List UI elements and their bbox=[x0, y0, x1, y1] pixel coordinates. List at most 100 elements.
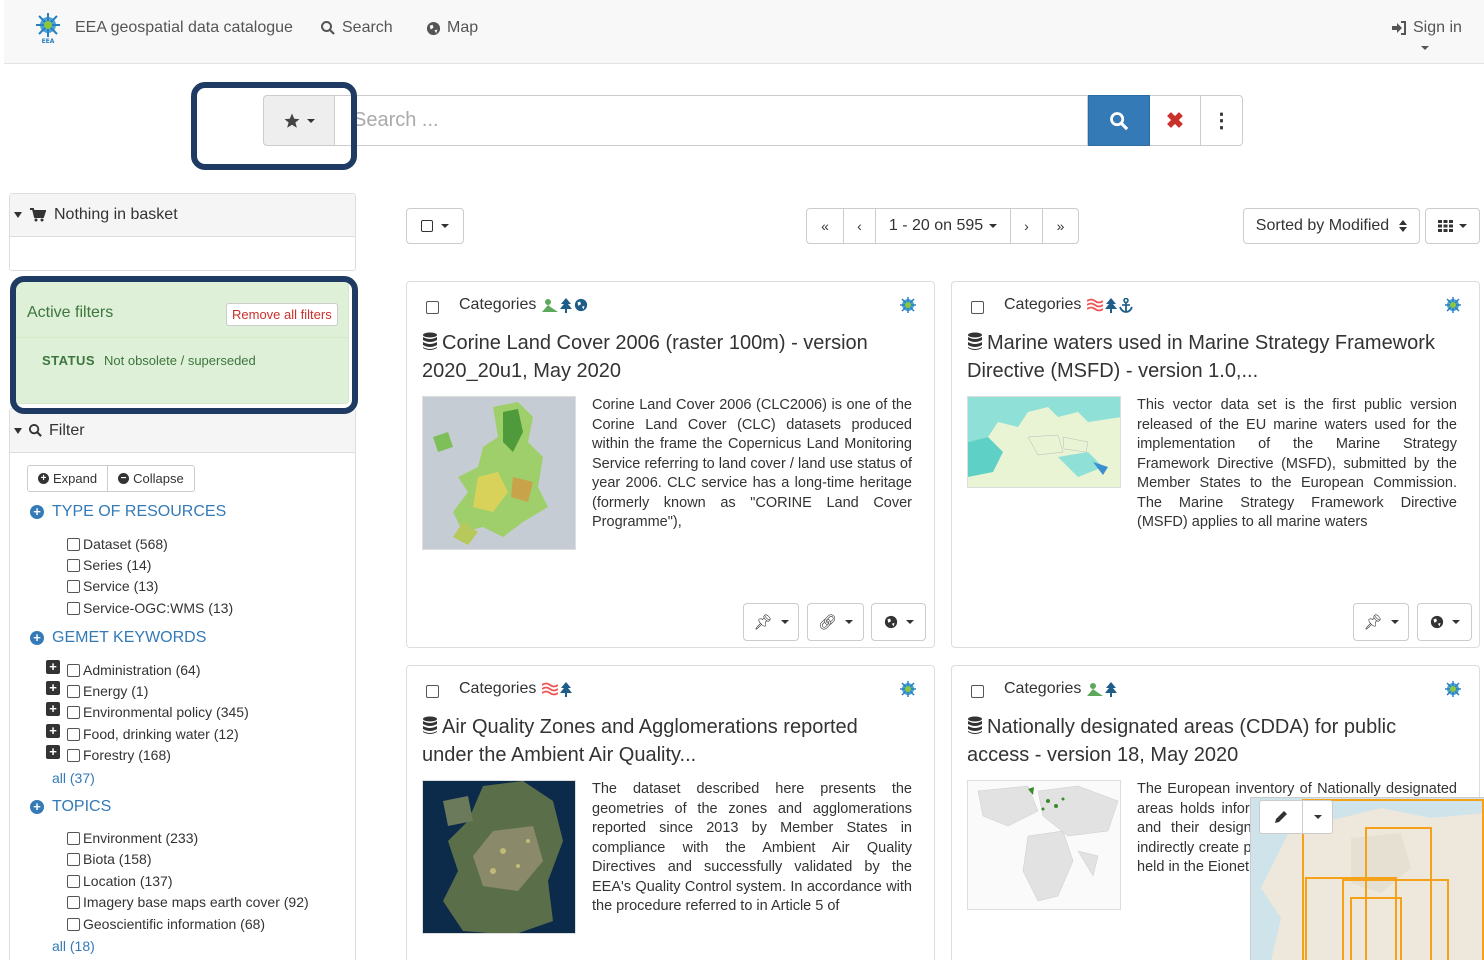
checkbox-icon[interactable] bbox=[67, 684, 80, 698]
facet-item[interactable]: Environmental policy (345) bbox=[67, 704, 249, 720]
record-checkbox[interactable] bbox=[971, 685, 984, 698]
facet-item[interactable]: Forestry (168) bbox=[67, 747, 171, 763]
checkbox-icon[interactable] bbox=[67, 601, 80, 615]
sign-in-link[interactable]: Sign in bbox=[1391, 19, 1462, 37]
prev-page-button[interactable]: ‹ bbox=[843, 208, 876, 244]
water-icon[interactable] bbox=[1087, 298, 1104, 312]
facet-item[interactable]: Service-OGC:WMS (13) bbox=[67, 600, 233, 616]
facet-item[interactable]: Series (14) bbox=[67, 557, 151, 573]
checkbox-icon[interactable] bbox=[67, 895, 80, 909]
search-button[interactable] bbox=[1088, 95, 1150, 146]
facet-topics[interactable]: + TOPICS bbox=[30, 798, 111, 816]
eea-logo-icon[interactable]: EEA bbox=[34, 12, 64, 44]
facet-item[interactable]: Imagery base maps earth cover (92) bbox=[67, 894, 309, 910]
pin-dropdown-button[interactable]: 📌︎ bbox=[743, 603, 799, 641]
search-input[interactable] bbox=[335, 95, 1088, 146]
links-dropdown-button[interactable]: 🔗︎ bbox=[807, 603, 864, 641]
checkbox-icon[interactable] bbox=[67, 705, 80, 719]
edit-extent-button[interactable] bbox=[1259, 800, 1303, 834]
pin-dropdown-button[interactable]: 📌︎ bbox=[1353, 603, 1409, 641]
checkbox-icon[interactable] bbox=[67, 558, 80, 572]
record-title-link[interactable]: Marine waters used in Marine Strategy Fr… bbox=[967, 329, 1457, 385]
plus-square-icon[interactable]: + bbox=[46, 702, 60, 716]
record-thumbnail[interactable] bbox=[422, 396, 576, 550]
checkbox-icon[interactable] bbox=[67, 537, 80, 551]
checkbox-icon[interactable] bbox=[67, 831, 80, 845]
record-abstract: This vector data set is the first public… bbox=[1137, 397, 1457, 530]
record-thumbnail[interactable] bbox=[422, 780, 576, 934]
land-cover-icon[interactable] bbox=[1087, 682, 1104, 696]
plus-square-icon[interactable]: + bbox=[46, 681, 60, 695]
active-filters-title: Active filters bbox=[27, 304, 114, 321]
facet-item[interactable]: Dataset (568) bbox=[67, 536, 168, 552]
checkbox-icon[interactable] bbox=[67, 852, 80, 866]
facet-show-all-link[interactable]: all (18) bbox=[52, 938, 95, 954]
remove-all-filters-button[interactable]: Remove all filters bbox=[226, 303, 338, 326]
facet-item-label: Biota (158) bbox=[83, 851, 152, 867]
checkbox-icon[interactable] bbox=[67, 874, 80, 888]
anchor-icon[interactable] bbox=[1119, 297, 1134, 313]
categories-label: Categories bbox=[1004, 296, 1082, 313]
collapse-button[interactable]: − Collapse bbox=[108, 465, 195, 492]
map-dropdown-button[interactable] bbox=[1417, 603, 1472, 641]
facet-show-all-link[interactable]: all (37) bbox=[52, 770, 95, 786]
basket-toggle[interactable]: Nothing in basket bbox=[10, 194, 355, 237]
edit-options-dropdown[interactable] bbox=[1303, 800, 1333, 834]
plus-square-icon[interactable]: + bbox=[46, 745, 60, 759]
first-page-button[interactable]: « bbox=[806, 208, 844, 244]
facet-item[interactable]: Environment (233) bbox=[67, 830, 198, 846]
record-checkbox[interactable] bbox=[971, 301, 984, 314]
facet-item[interactable]: Food, drinking water (12) bbox=[67, 726, 239, 742]
record-title-link[interactable]: Nationally designated areas (CDDA) for p… bbox=[967, 713, 1457, 769]
sort-dropdown[interactable]: Sorted by Modified bbox=[1243, 208, 1420, 244]
record-thumbnail[interactable] bbox=[967, 396, 1121, 488]
facet-item[interactable]: Location (137) bbox=[67, 873, 173, 889]
plus-square-icon[interactable]: + bbox=[46, 660, 60, 674]
checkbox-icon[interactable] bbox=[67, 663, 80, 677]
land-cover-icon[interactable] bbox=[542, 298, 559, 312]
expand-button[interactable]: + Expand bbox=[27, 465, 109, 492]
facet-item[interactable]: Administration (64) bbox=[67, 662, 201, 678]
globe-icon[interactable] bbox=[574, 298, 588, 312]
facet-item[interactable]: Biota (158) bbox=[67, 851, 151, 867]
search-options-button[interactable]: ⋮ bbox=[1201, 95, 1243, 146]
next-page-button[interactable]: › bbox=[1010, 208, 1043, 244]
record-thumbnail[interactable] bbox=[967, 780, 1121, 910]
nav-map-link[interactable]: Map bbox=[426, 19, 478, 37]
shopping-cart-icon bbox=[30, 208, 46, 222]
thumbtack-icon: 📌︎ bbox=[1363, 614, 1383, 631]
checkbox-icon[interactable] bbox=[67, 917, 80, 931]
view-mode-dropdown[interactable] bbox=[1425, 208, 1480, 244]
page-range-dropdown[interactable]: 1 - 20 on 595 bbox=[875, 208, 1011, 244]
nav-search-link[interactable]: Search bbox=[320, 19, 393, 37]
facet-type-of-resources[interactable]: + TYPE OF RESOURCES bbox=[30, 503, 226, 521]
record-title-link[interactable]: Air Quality Zones and Agglomerations rep… bbox=[422, 713, 912, 769]
last-page-button[interactable]: » bbox=[1042, 208, 1079, 244]
brand-title[interactable]: EEA geospatial data catalogue bbox=[75, 19, 293, 37]
facet-item-label: Location (137) bbox=[83, 873, 173, 889]
facet-item[interactable]: Geoscientific information (68) bbox=[67, 916, 265, 932]
tree-icon[interactable] bbox=[560, 681, 573, 697]
air-icon[interactable] bbox=[542, 682, 559, 696]
record-checkbox[interactable] bbox=[426, 301, 439, 314]
plus-square-icon[interactable]: + bbox=[46, 724, 60, 738]
tree-icon[interactable] bbox=[560, 297, 573, 313]
clear-search-button[interactable]: ✖ bbox=[1150, 95, 1201, 146]
checkbox-icon[interactable] bbox=[67, 579, 80, 593]
checkbox-icon[interactable] bbox=[67, 727, 80, 741]
status-filter-value[interactable]: Not obsolete / superseded bbox=[104, 353, 256, 368]
checkbox-icon[interactable] bbox=[67, 748, 80, 762]
facet-gemet-keywords[interactable]: + GEMET KEYWORDS bbox=[30, 629, 206, 647]
facet-title-label: GEMET KEYWORDS bbox=[52, 629, 207, 646]
favorites-dropdown-button[interactable] bbox=[263, 95, 335, 146]
select-records-dropdown[interactable] bbox=[406, 208, 464, 244]
facet-item[interactable]: Service (13) bbox=[67, 578, 158, 594]
tree-icon[interactable] bbox=[1105, 297, 1118, 313]
facet-item[interactable]: Energy (1) bbox=[67, 683, 148, 699]
sign-in-caret-icon[interactable] bbox=[1421, 46, 1429, 50]
record-checkbox[interactable] bbox=[426, 685, 439, 698]
record-title-link[interactable]: Corine Land Cover 2006 (raster 100m) - v… bbox=[422, 329, 912, 385]
map-dropdown-button[interactable] bbox=[871, 603, 926, 641]
filter-toggle[interactable]: Filter bbox=[10, 409, 355, 453]
tree-icon[interactable] bbox=[1105, 681, 1118, 697]
